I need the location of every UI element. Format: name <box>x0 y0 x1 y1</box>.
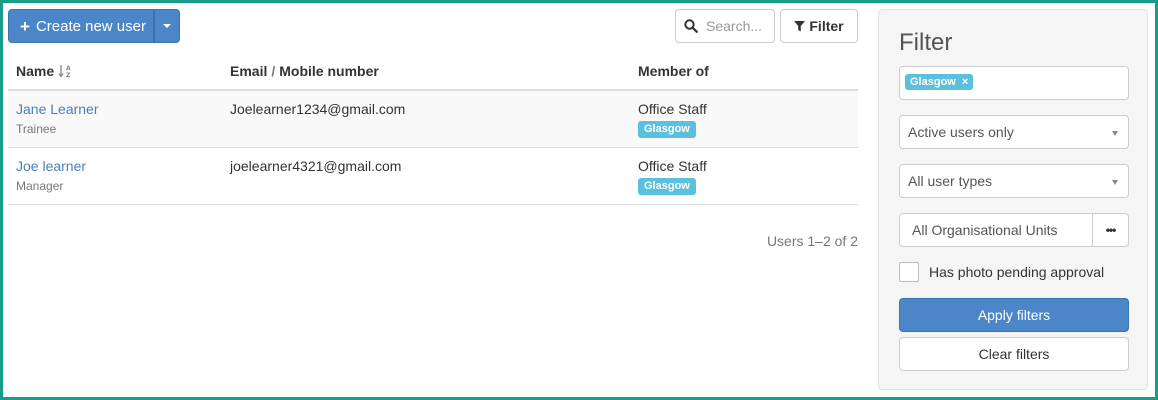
remove-tag-icon[interactable]: × <box>962 75 968 89</box>
selected-tag-label: Glasgow <box>910 76 956 88</box>
user-name-cell: Joe learner Manager <box>16 158 86 193</box>
apply-filters-button[interactable]: Apply filters <box>899 298 1129 332</box>
clear-filters-label: Clear filters <box>978 346 1050 362</box>
photo-pending-label: Has photo pending approval <box>929 264 1105 280</box>
org-unit-picker: All Organisational Units ••• <box>899 213 1129 247</box>
user-name-link[interactable]: Jane Learner <box>16 101 99 117</box>
filter-button-label: Filter <box>809 18 844 34</box>
table-row: Joe learner Manager joelearner4321@gmail… <box>8 148 858 205</box>
org-unit-browse-button[interactable]: ••• <box>1093 213 1129 247</box>
column-header-member-of: Member of <box>638 63 709 79</box>
search-input[interactable]: Search... <box>675 9 775 43</box>
selected-tag-chip: Glasgow × <box>905 74 974 90</box>
user-type-value: All user types <box>908 173 993 189</box>
pagination-info: Users 1–2 of 2 <box>766 233 858 249</box>
location-tag: Glasgow <box>638 178 696 195</box>
table-header: Name A Z Email / Mobile number Member of <box>8 52 858 91</box>
filter-panel: Filter Glasgow × Active users only All u… <box>878 9 1148 390</box>
org-unit-value: All Organisational Units <box>912 222 1058 238</box>
column-header-name[interactable]: Name A Z <box>16 63 72 79</box>
column-email-label: Email <box>230 63 268 79</box>
create-user-button-group: + Create new user <box>8 9 180 43</box>
filter-panel-title: Filter <box>899 29 953 56</box>
org-unit-field[interactable]: All Organisational Units <box>899 213 1093 247</box>
user-role: Trainee <box>16 122 57 136</box>
location-tag-input[interactable]: Glasgow × <box>899 66 1129 100</box>
column-name-label: Name <box>16 63 55 79</box>
caret-down-icon <box>163 24 171 28</box>
svg-text:A: A <box>66 65 71 72</box>
filter-button[interactable]: Filter <box>780 9 858 43</box>
user-name-link[interactable]: Joe learner <box>16 158 86 174</box>
user-member-of-cell: Office Staff Glasgow <box>638 101 707 138</box>
user-member-of-cell: Office Staff Glasgow <box>638 158 707 195</box>
create-new-user-button[interactable]: + Create new user <box>8 9 154 43</box>
location-tag: Glasgow <box>638 121 696 138</box>
toolbar: + Create new user Search... Filter <box>8 9 858 43</box>
user-email: Joelearner1234@gmail.com <box>230 101 406 117</box>
clear-filters-button[interactable]: Clear filters <box>899 337 1129 371</box>
dropdown-arrow-icon <box>1112 180 1118 185</box>
create-new-user-label: Create new user <box>35 17 146 35</box>
user-group: Office Staff <box>638 158 707 174</box>
column-email-separator: / <box>271 63 276 79</box>
user-type-select[interactable]: All user types <box>899 164 1129 198</box>
user-status-select[interactable]: Active users only <box>899 115 1129 149</box>
user-status-value: Active users only <box>908 124 1014 140</box>
photo-pending-option: Has photo pending approval <box>899 262 1104 282</box>
user-group: Office Staff <box>638 101 707 117</box>
apply-filters-label: Apply filters <box>977 307 1051 323</box>
table-row: Jane Learner Trainee Joelearner1234@gmai… <box>8 91 858 148</box>
user-name-cell: Jane Learner Trainee <box>16 101 99 136</box>
column-header-email[interactable]: Email / Mobile number <box>230 63 379 79</box>
funnel-icon <box>794 20 806 31</box>
create-user-dropdown-toggle[interactable] <box>154 9 180 43</box>
column-mobile-label: Mobile number <box>279 63 379 79</box>
plus-icon: + <box>20 16 30 36</box>
search-placeholder: Search... <box>706 18 763 34</box>
svg-text:Z: Z <box>66 72 71 79</box>
ellipsis-icon: ••• <box>1105 223 1117 237</box>
photo-pending-checkbox[interactable] <box>899 262 919 282</box>
dropdown-arrow-icon <box>1112 131 1118 136</box>
sort-alpha-icon: A Z <box>58 65 71 79</box>
search-icon <box>684 19 698 33</box>
user-email: joelearner4321@gmail.com <box>230 158 402 174</box>
users-table: Name A Z Email / Mobile number Member of… <box>8 52 858 205</box>
column-member-label: Member of <box>638 63 709 79</box>
user-role: Manager <box>16 179 64 193</box>
